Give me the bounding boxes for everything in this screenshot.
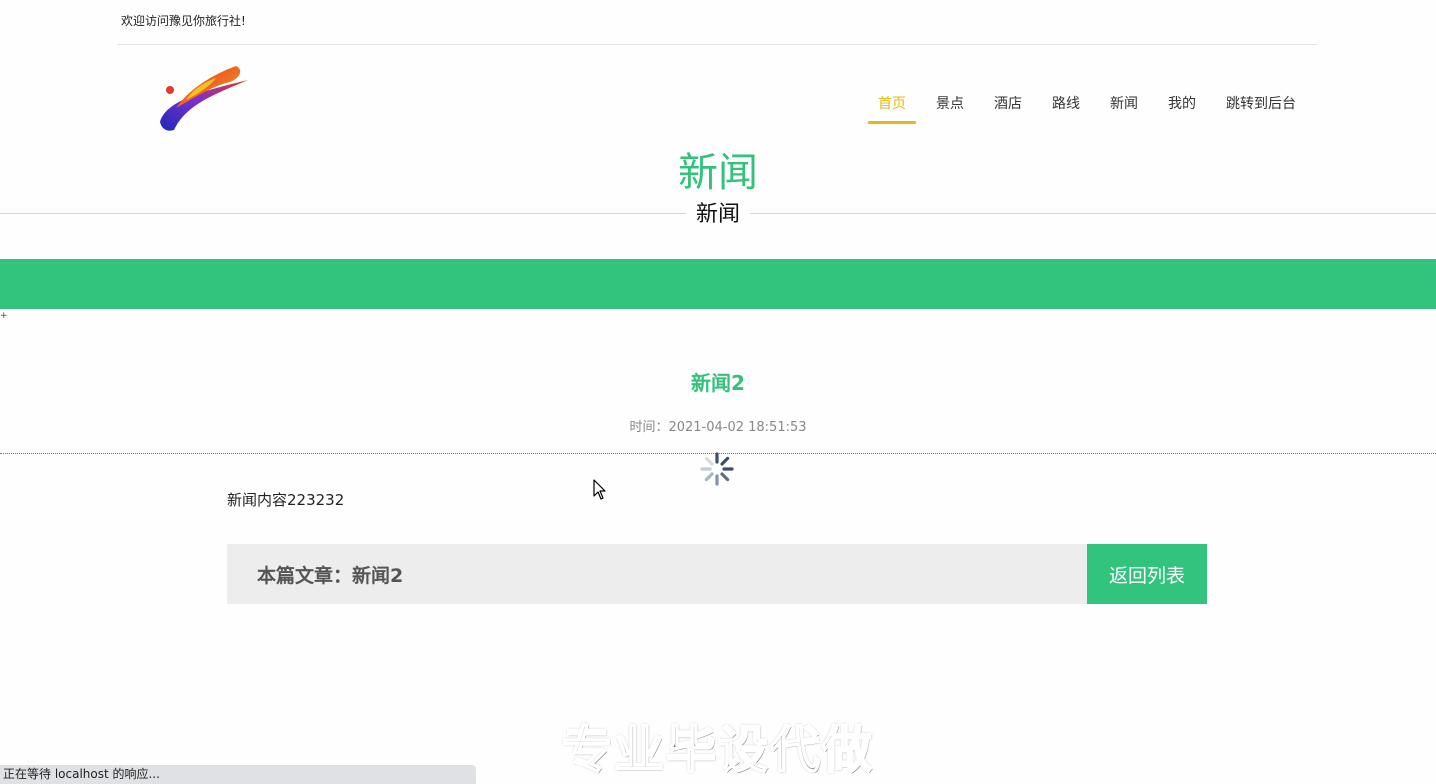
current-article-label: 本篇文章： [257, 564, 353, 587]
current-article-info: 本篇文章： 新闻2 [227, 561, 1087, 588]
nav-item-hotels[interactable]: 酒店 [994, 92, 1022, 124]
article-title: 新闻2 [691, 371, 745, 395]
nav-item-routes[interactable]: 路线 [1052, 92, 1080, 124]
welcome-text: 欢迎访问豫见你旅行社! [121, 14, 246, 28]
section-subtitle: 新闻 [685, 201, 751, 229]
nav-item-admin[interactable]: 跳转到后台 [1226, 92, 1296, 124]
browser-status-bar: 正在等待 localhost 的响应... [0, 765, 476, 784]
logo-icon[interactable] [156, 60, 252, 136]
article-content: 新闻内容223232 [227, 491, 345, 509]
plus-mark: + [0, 311, 8, 321]
mouse-cursor-icon [593, 479, 606, 500]
section-title: 新闻 [678, 150, 758, 196]
article-info-bar: 本篇文章： 新闻2 返回列表 [227, 544, 1207, 604]
loading-spinner-icon [700, 452, 734, 486]
top-divider [117, 44, 1317, 45]
nav-item-home[interactable]: 首页 [868, 92, 916, 124]
nav-item-news[interactable]: 新闻 [1110, 92, 1138, 124]
nav-item-attractions[interactable]: 景点 [936, 92, 964, 124]
back-to-list-button[interactable]: 返回列表 [1087, 544, 1207, 604]
current-article-title: 新闻2 [352, 564, 404, 587]
main-nav: 首页 景点 酒店 路线 新闻 我的 跳转到后台 [848, 92, 1296, 124]
green-banner [0, 259, 1436, 309]
nav-item-mine[interactable]: 我的 [1168, 92, 1196, 124]
article-time: 时间：2021-04-02 18:51:53 [629, 420, 807, 435]
